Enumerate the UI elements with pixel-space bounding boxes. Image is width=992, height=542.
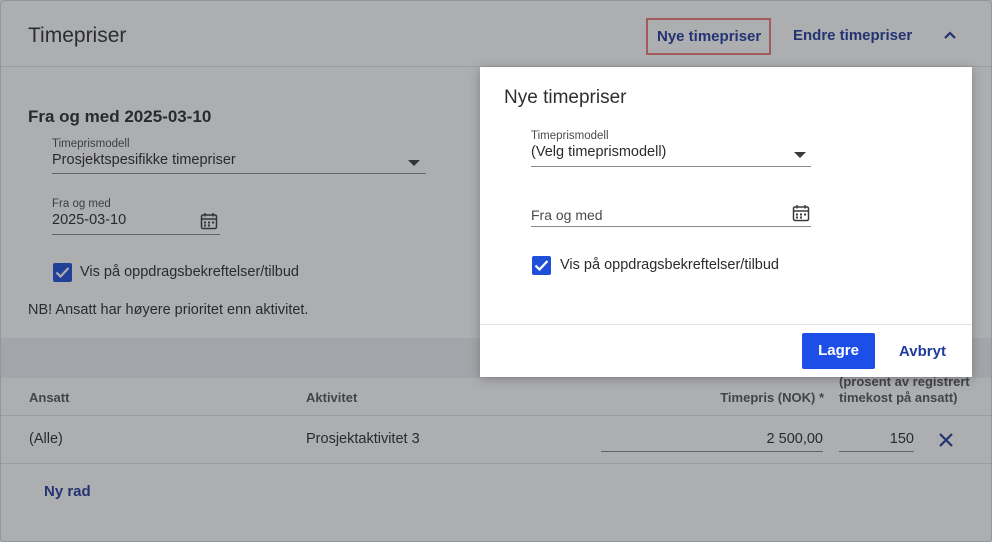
dialog-show-on-checkbox[interactable] — [532, 256, 551, 275]
dialog-footer-divider — [480, 324, 972, 325]
dialog-title: Nye timepriser — [504, 87, 627, 108]
chevron-down-icon — [794, 152, 806, 158]
dialog-from-placeholder: Fra og med — [531, 207, 603, 223]
dialog-model-underline — [531, 166, 811, 167]
dialog-model-value: (Velg timeprismodell) — [531, 144, 667, 160]
dialog-show-on-label: Vis på oppdragsbekreftelser/tilbud — [560, 257, 779, 273]
dialog-model-select[interactable]: Timeprismodell (Velg timeprismodell) — [531, 130, 811, 167]
new-prices-dialog: Nye timepriser Timeprismodell (Velg time… — [480, 67, 972, 377]
dialog-from-field[interactable]: Fra og med — [531, 203, 811, 227]
dialog-model-label: Timeprismodell — [531, 130, 609, 142]
save-button[interactable]: Lagre — [802, 333, 875, 369]
calendar-icon[interactable] — [792, 204, 810, 222]
checkmark-icon — [534, 260, 549, 272]
dialog-from-underline — [531, 226, 811, 227]
cancel-button[interactable]: Avbryt — [899, 343, 946, 360]
